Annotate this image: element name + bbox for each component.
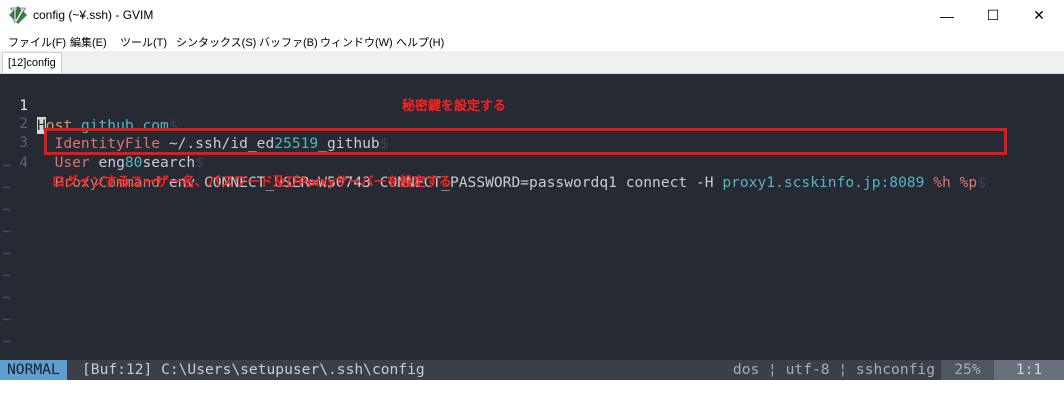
editor-line-1: 1 Host github.com$ bbox=[0, 76, 178, 134]
eol-marker: $ bbox=[195, 154, 204, 171]
tab-line: [12]config bbox=[0, 51, 1064, 74]
editor-line-3: 3 User eng80search$ bbox=[0, 113, 204, 171]
user-key: User bbox=[54, 154, 90, 171]
menu-bar: ファイル(F) 編集(E) ツール(T) シンタックス(S) バッファ(B) ウ… bbox=[0, 31, 1064, 51]
status-line: NORMAL [Buf:12] C:\Users\setupuser\.ssh\… bbox=[0, 360, 1064, 380]
gvim-app-icon bbox=[9, 6, 27, 24]
menu-help[interactable]: ヘルプ(H) bbox=[396, 34, 444, 50]
user-value-number: 80 bbox=[124, 154, 143, 171]
empty-line-marker: ~ bbox=[2, 157, 11, 174]
user-value-suffix: search bbox=[142, 154, 196, 171]
proxy-annotation: ログインするユーザー名、パスワード及びPorxyサーバーを設定する bbox=[52, 174, 452, 189]
empty-line-marker: ~ bbox=[2, 267, 11, 284]
menu-window[interactable]: ウィンドウ(W) bbox=[320, 34, 393, 50]
maximize-button[interactable]: ☐ bbox=[970, 0, 1016, 31]
proxycommand-args: %h %p bbox=[933, 174, 978, 191]
editor-line-2: 2 IdentityFile ~/.ssh/id_ed25519_github$ bbox=[0, 94, 388, 152]
scroll-percent: 25% bbox=[941, 360, 994, 380]
empty-line-marker: ~ bbox=[2, 311, 11, 328]
minimize-button[interactable]: — bbox=[924, 0, 970, 31]
empty-line-marker: ~ bbox=[2, 245, 11, 262]
empty-line-marker: ~ bbox=[2, 223, 11, 240]
proxycommand-proxy: proxy1.scskinfo.jp:8089 bbox=[722, 174, 925, 191]
eol-marker: $ bbox=[977, 174, 986, 191]
highlight-box bbox=[44, 128, 1007, 155]
window-title: config (~¥.ssh) - GVIM bbox=[33, 8, 154, 22]
menu-edit[interactable]: 編集(E) bbox=[70, 34, 107, 50]
editor-line-4: 4 ProxyCommand env CONNECT_USER=W50743 C… bbox=[0, 133, 986, 191]
maximize-icon: ☐ bbox=[986, 7, 1000, 23]
empty-line-marker: ~ bbox=[2, 201, 11, 218]
empty-line-marker: ~ bbox=[2, 333, 11, 350]
user-value-prefix: eng bbox=[98, 154, 125, 171]
command-line[interactable] bbox=[0, 380, 1064, 419]
close-icon: ✕ bbox=[1033, 7, 1045, 23]
menu-file[interactable]: ファイル(F) bbox=[8, 34, 66, 50]
menu-syntax[interactable]: シンタックス(S) bbox=[176, 34, 256, 50]
title-bar: config (~¥.ssh) - GVIM — ☐ ✕ bbox=[0, 0, 1064, 31]
editor-area[interactable]: 1 Host github.com$ 2 IdentityFile ~/.ssh… bbox=[0, 74, 1064, 360]
menu-buffers[interactable]: バッファ(B) bbox=[259, 34, 318, 50]
tab-config[interactable]: [12]config bbox=[2, 52, 62, 73]
identity-annotation: 秘密鍵を設定する bbox=[402, 98, 507, 113]
close-button[interactable]: ✕ bbox=[1016, 0, 1062, 31]
cursor-position: 1:1 bbox=[994, 360, 1064, 380]
file-format-info: dos ¦ utf-8 ¦ sshconfig bbox=[732, 361, 935, 378]
buffer-path: [Buf:12] C:\Users\setupuser\.ssh\config bbox=[82, 361, 425, 378]
empty-line-marker: ~ bbox=[2, 289, 11, 306]
menu-tools[interactable]: ツール(T) bbox=[120, 34, 167, 50]
mode-indicator: NORMAL bbox=[0, 360, 67, 380]
empty-line-marker: ~ bbox=[2, 179, 11, 196]
minimize-icon: — bbox=[940, 7, 954, 24]
